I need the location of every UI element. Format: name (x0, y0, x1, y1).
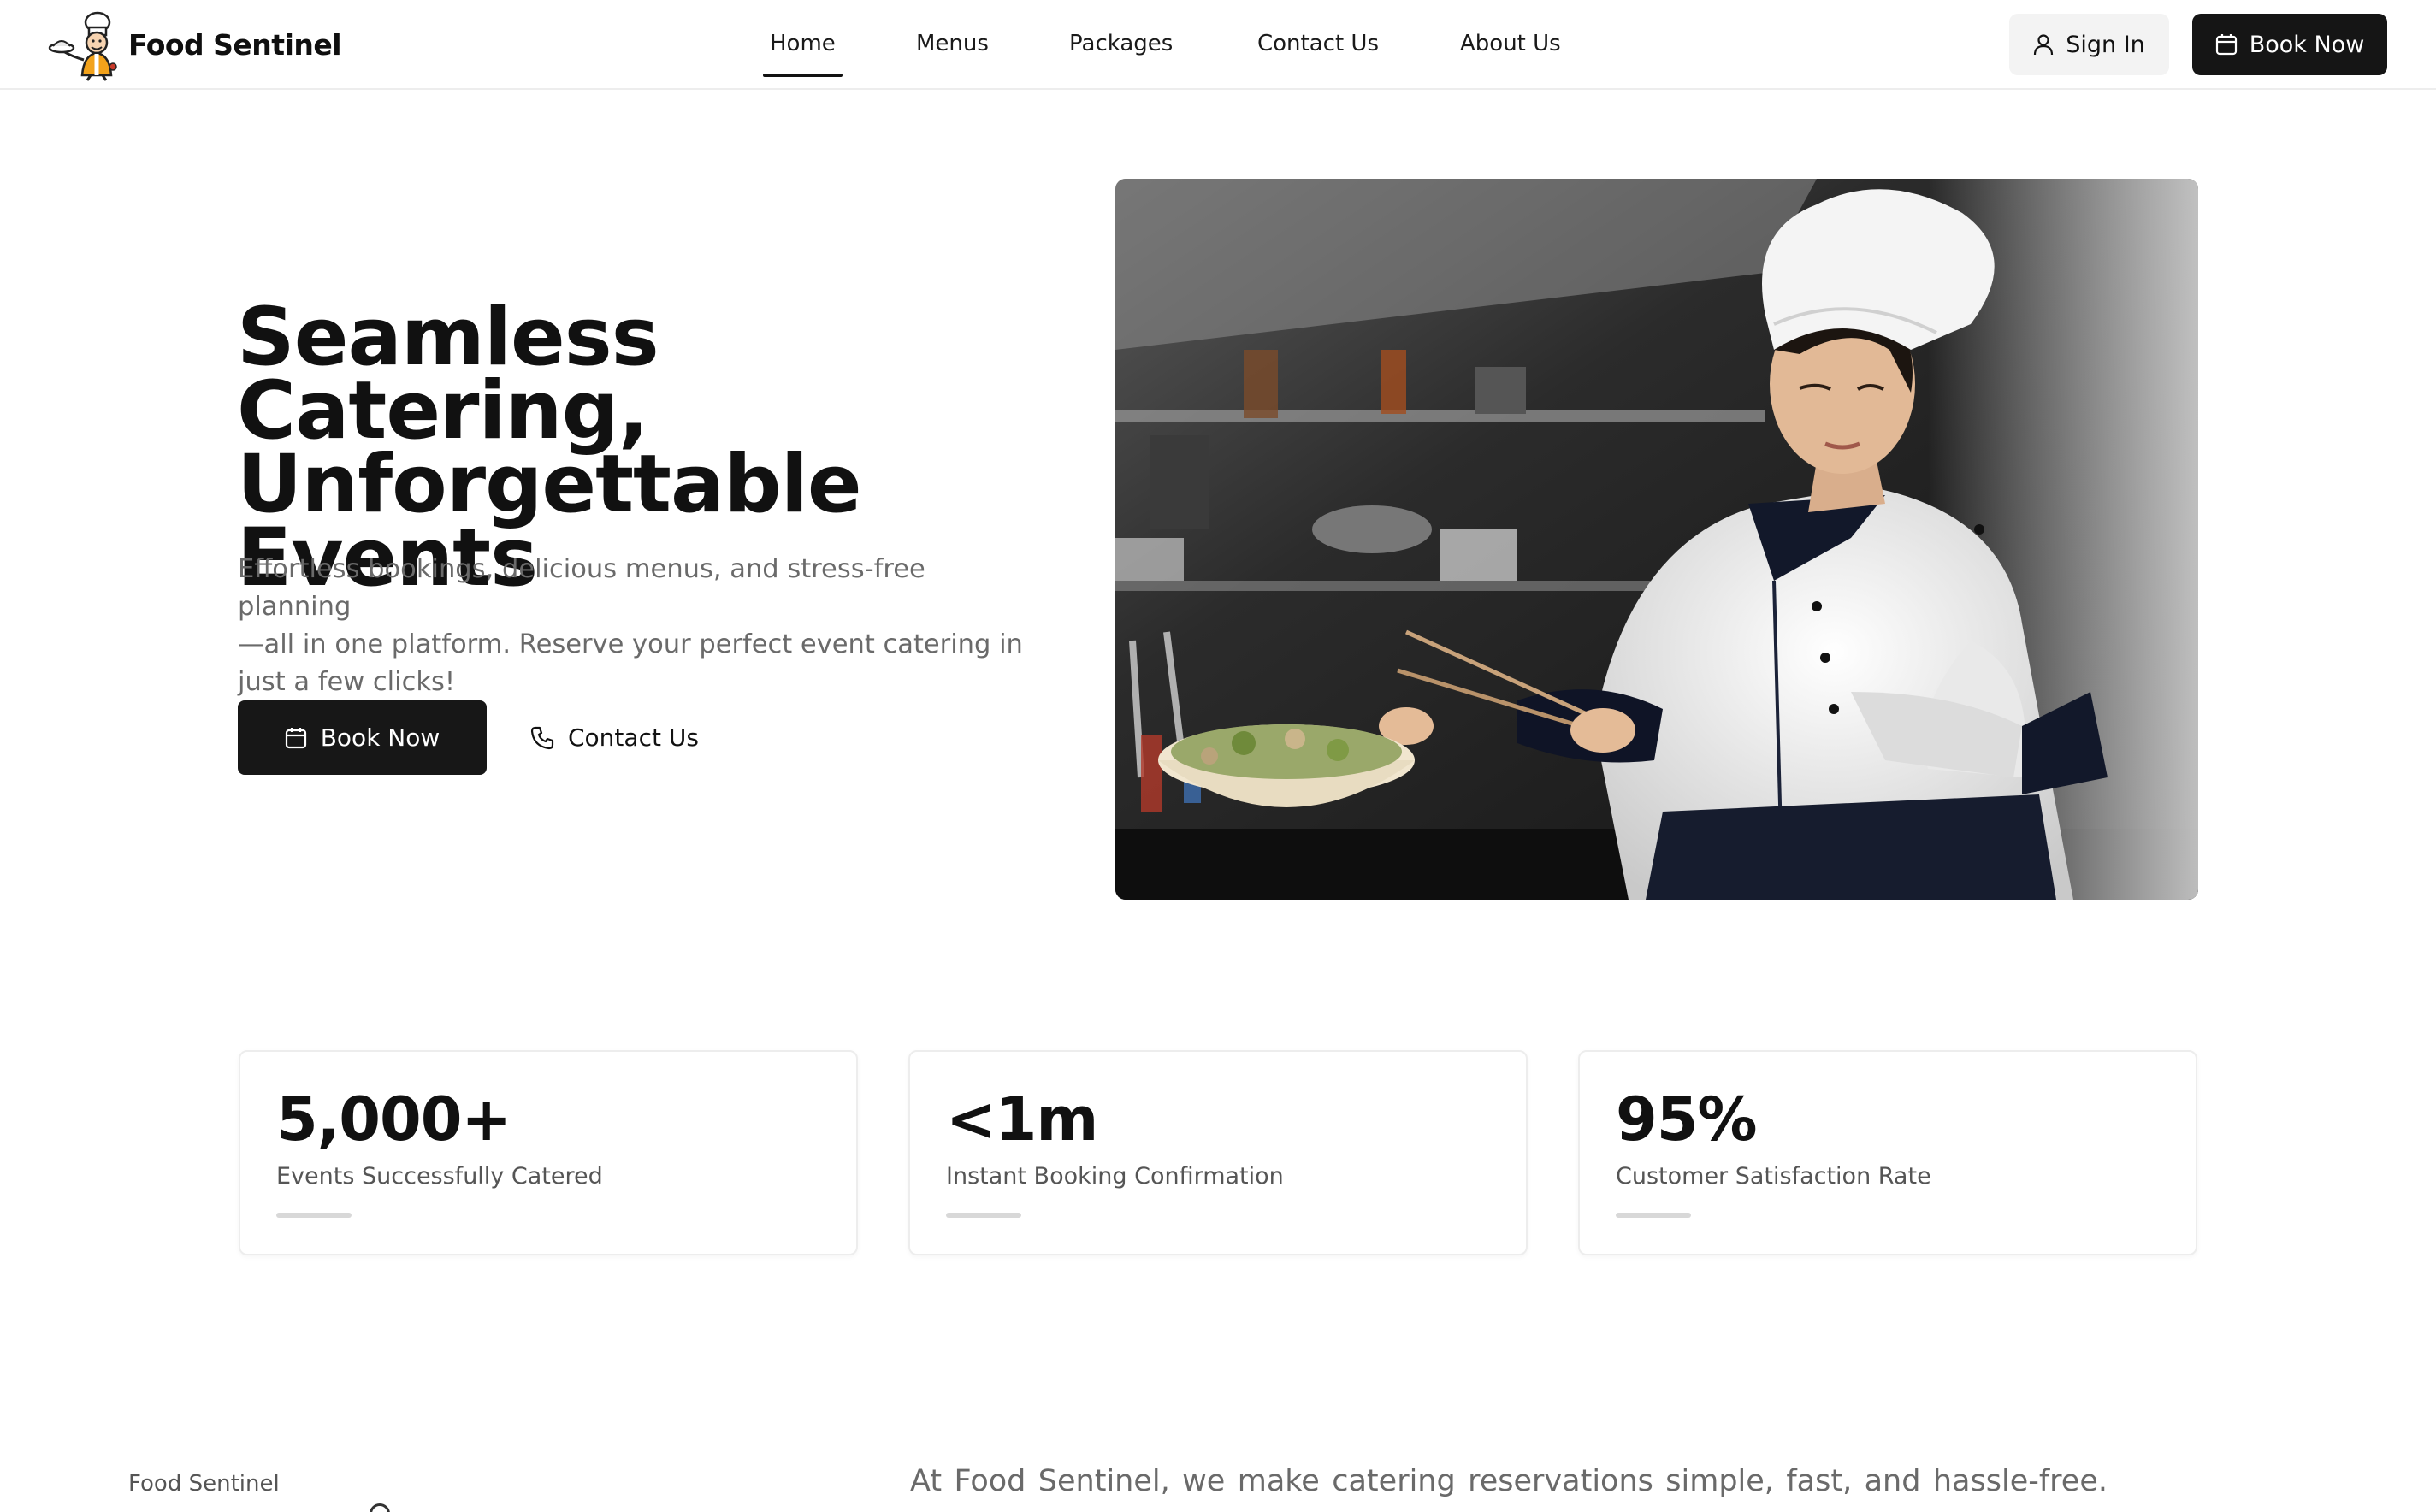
book-now-hero-button[interactable]: Book Now (238, 700, 487, 775)
stat-label: Customer Satisfaction Rate (1616, 1163, 1931, 1190)
contact-us-label: Contact Us (568, 724, 699, 752)
stat-card: 5,000+ Events Successfully Catered (239, 1050, 858, 1255)
stat-divider (276, 1213, 352, 1218)
hero-subtitle-line: —all in one platform. Reserve your perfe… (238, 629, 1023, 659)
about-text: At Food Sentinel, we make catering reser… (910, 1464, 2108, 1498)
hero-subtitle-line: just a few clicks! (238, 667, 456, 697)
stat-card: 95% Customer Satisfaction Rate (1578, 1050, 2197, 1255)
calendar-icon (2215, 34, 2237, 56)
stat-value: <1m (946, 1084, 1098, 1155)
book-now-label: Book Now (320, 724, 440, 752)
hero-subtitle-line: Effortless bookings, delicious menus, an… (238, 554, 925, 622)
hero-subtitle: Effortless bookings, delicious menus, an… (238, 551, 1025, 701)
brand-name: Food Sentinel (128, 27, 342, 62)
brand[interactable]: Food Sentinel (48, 7, 342, 82)
chef-mascot-logo (48, 11, 117, 81)
sign-in-button[interactable]: Sign In (2009, 14, 2169, 75)
nav-contact-us[interactable]: Contact Us (1257, 31, 1379, 56)
stat-divider (1616, 1213, 1691, 1218)
hero-image-chef-plating (1115, 179, 2198, 900)
book-now-label: Book Now (2249, 31, 2365, 58)
about-kicker: Food Sentinel (128, 1471, 280, 1497)
nav-packages[interactable]: Packages (1069, 31, 1173, 56)
nav-home[interactable]: Home (763, 31, 843, 77)
stat-label: Instant Booking Confirmation (946, 1163, 1284, 1190)
sign-in-label: Sign In (2066, 31, 2145, 58)
site-header: Food Sentinel Home Menus Packages Contac… (0, 0, 2436, 90)
stat-value: 95% (1616, 1084, 1758, 1155)
phone-icon (530, 726, 554, 749)
nav-menus[interactable]: Menus (916, 31, 989, 56)
book-now-header-button[interactable]: Book Now (2192, 14, 2387, 75)
stat-card: <1m Instant Booking Confirmation (908, 1050, 1528, 1255)
nav-about-us[interactable]: About Us (1460, 31, 1561, 56)
calendar-icon (285, 727, 306, 748)
stat-divider (946, 1213, 1021, 1218)
contact-us-hero-button[interactable]: Contact Us (530, 700, 699, 775)
decorative-circle (370, 1503, 390, 1512)
stat-value: 5,000+ (276, 1084, 511, 1155)
stat-label: Events Successfully Catered (276, 1163, 603, 1190)
user-icon (2034, 34, 2054, 56)
hero-title-line: Seamless Catering, (237, 291, 659, 458)
